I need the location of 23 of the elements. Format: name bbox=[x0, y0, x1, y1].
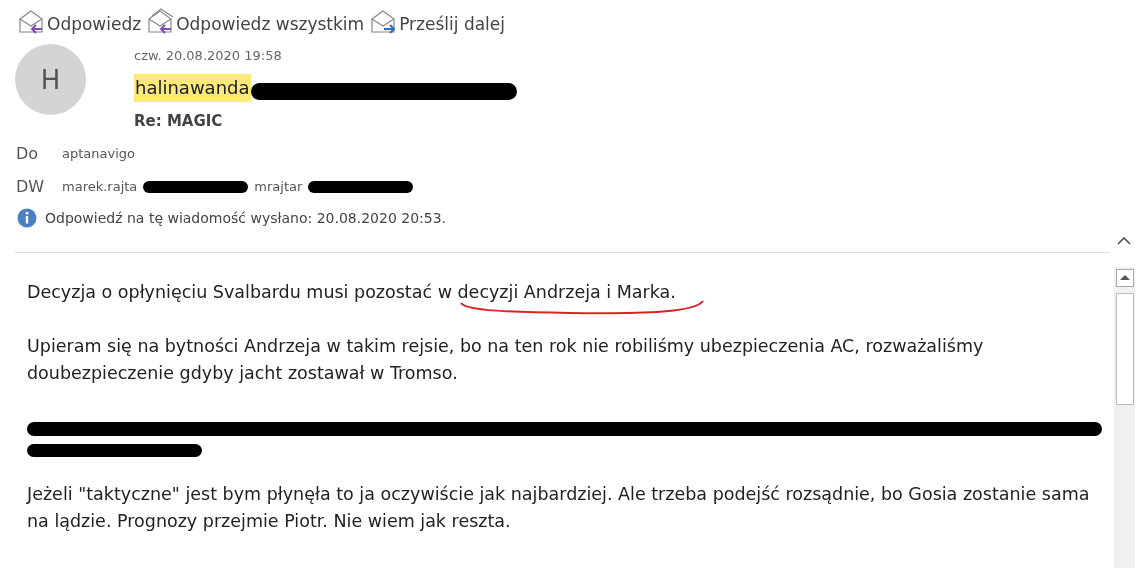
toolbar-button[interactable]: Odpowiedz bbox=[18, 8, 142, 34]
info-text: Odpowiedź na tę wiadomość wysłano: 20.08.2020 20:53. bbox=[45, 210, 447, 226]
scroll-up-icon[interactable] bbox=[1115, 269, 1134, 287]
message-subject: Re: MAGIC bbox=[134, 112, 223, 130]
scroll-thumb[interactable] bbox=[1115, 293, 1134, 405]
body-paragraph: Upieram się na bytności Andrzeja w takim rejsie, bo na ten rok nie robiliśmy ubezpieczenia AC, rozważaliśmy doubezpieczenie gdyby jacht zostawał w Tromso. bbox=[27, 336, 984, 383]
envelope-reply-icon bbox=[18, 8, 46, 34]
avatar: H bbox=[15, 44, 86, 115]
message-date: czw. 20.08.2020 19:58 bbox=[134, 47, 282, 65]
collapse-chevron-icon[interactable] bbox=[1116, 234, 1132, 247]
body-paragraph: Decyzja o opłynięciu Svalbardu musi pozostać w decyzji Andrzeja i Marka. bbox=[27, 282, 676, 302]
toolbar-button[interactable]: Prześlij dalej bbox=[370, 8, 505, 34]
recipient[interactable]: aptanavigo bbox=[62, 146, 135, 161]
recipient[interactable]: mrajtar bbox=[254, 179, 303, 194]
toolbar-button[interactable]: Odpowiedz wszystkim bbox=[147, 8, 365, 34]
recipient[interactable]: marek.rajta bbox=[62, 179, 138, 194]
info-icon bbox=[17, 208, 37, 228]
body-paragraph: Jeżeli "taktyczne" jest bym płynęła to ja oczywiście jak najbardziej. Ale trzeba podejść rozsądnie, bo Gosia zostanie sama na lądzie. Prognozy przejmie Piotr. Nie wiem jak reszta. bbox=[27, 484, 1090, 531]
scrollbar[interactable] bbox=[1114, 267, 1135, 568]
field-label: DW bbox=[16, 177, 46, 196]
envelope-reply-icon bbox=[147, 8, 176, 34]
field-label: Do bbox=[16, 144, 40, 163]
sender-name: halinawanda bbox=[134, 74, 251, 102]
